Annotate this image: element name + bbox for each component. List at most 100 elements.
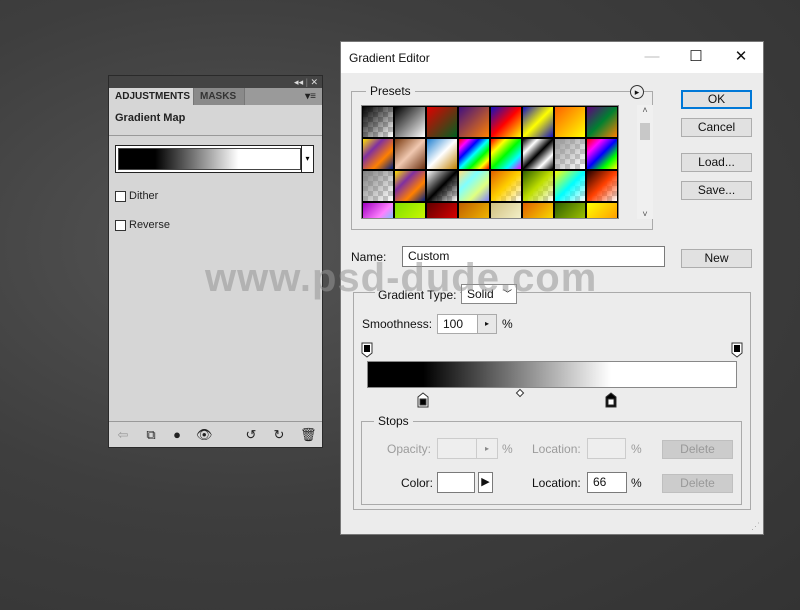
save-button[interactable]: Save... <box>681 181 752 200</box>
opacity-slider-button[interactable]: ▸ <box>476 438 498 459</box>
preset-swatch[interactable] <box>490 170 522 202</box>
gradient-stops-layer <box>361 42 743 408</box>
delete-color-stop-button[interactable]: Delete <box>662 474 733 493</box>
expand-view-icon[interactable]: ⧉ <box>143 427 159 443</box>
name-input[interactable]: Custom <box>402 246 665 267</box>
preset-swatch[interactable] <box>458 138 490 170</box>
ok-button[interactable]: OK <box>681 90 752 109</box>
clip-layer-icon[interactable]: ● <box>169 427 185 442</box>
previous-state-icon[interactable]: ↺ <box>243 427 259 443</box>
close-icon[interactable]: ✕ <box>310 77 318 87</box>
dialog-title: Gradient Editor <box>349 51 430 65</box>
preset-swatch[interactable] <box>586 170 618 202</box>
preset-swatch[interactable] <box>458 170 490 202</box>
tab-masks[interactable]: MASKS <box>193 88 245 105</box>
new-button[interactable]: New <box>681 249 752 268</box>
preset-swatch[interactable] <box>426 202 458 218</box>
preset-swatch[interactable] <box>458 202 490 218</box>
dither-label: Dither <box>129 190 159 202</box>
cancel-button[interactable]: Cancel <box>681 118 752 137</box>
gradient-type-select[interactable]: Solid ﹀ <box>461 284 517 304</box>
delete-opacity-stop-button[interactable]: Delete <box>662 440 733 459</box>
maximize-button[interactable]: ☐ <box>681 46 711 68</box>
percent-label: % <box>631 442 642 456</box>
presets-menu-icon[interactable]: ▸ <box>630 85 644 99</box>
chevron-down-icon: ﹀ <box>502 289 512 299</box>
preset-swatch[interactable] <box>586 106 618 138</box>
gradient-picker[interactable]: ▾ <box>115 145 314 173</box>
divider <box>109 135 322 136</box>
preset-swatch[interactable] <box>554 106 586 138</box>
preset-swatch[interactable] <box>394 106 426 138</box>
color-picker-arrow-icon[interactable]: ▶ <box>478 472 493 493</box>
preset-swatch[interactable] <box>522 202 554 218</box>
scroll-down-icon[interactable]: ˅ <box>637 209 653 219</box>
visibility-eye-icon[interactable]: 👁 <box>196 427 213 443</box>
tab-adjustments[interactable]: ADJUSTMENTS <box>109 88 193 105</box>
preset-swatch[interactable] <box>394 138 426 170</box>
preset-swatch[interactable] <box>554 138 586 170</box>
preset-swatch[interactable] <box>362 106 394 138</box>
stops-label: Stops <box>374 414 413 428</box>
preset-swatch[interactable] <box>522 170 554 202</box>
scroll-thumb[interactable] <box>640 123 650 140</box>
panel-title: Gradient Map <box>115 112 186 124</box>
gradient-type-value: Solid <box>467 287 494 301</box>
reset-icon[interactable]: ↻ <box>271 427 287 443</box>
preset-swatch[interactable] <box>522 138 554 170</box>
load-button[interactable]: Load... <box>681 153 752 172</box>
color-location-label: Location: <box>532 476 581 490</box>
preset-swatch[interactable] <box>394 202 426 218</box>
smoothness-slider-button[interactable]: ▸ <box>477 314 497 334</box>
preset-swatch[interactable] <box>362 170 394 202</box>
preset-swatch[interactable] <box>490 106 522 138</box>
percent-label: % <box>631 476 642 490</box>
dither-checkbox[interactable] <box>115 191 126 202</box>
color-location-input[interactable]: 66 <box>587 472 627 493</box>
divider <box>109 421 322 422</box>
color-stop[interactable] <box>417 392 428 408</box>
back-arrow-icon[interactable]: ⇦ <box>115 427 131 443</box>
percent-label: % <box>502 442 513 456</box>
preset-swatch[interactable] <box>426 170 458 202</box>
gradient-editor-dialog: Gradient Editor — ☐ ✕ Presets ▸ ˄ ˅ OK C… <box>340 41 764 535</box>
adjustments-panel: ◂◂ | ✕ ADJUSTMENTS MASKS ▾≡ Gradient Map… <box>108 75 323 448</box>
gradient-bar[interactable] <box>367 361 737 388</box>
resize-grip-icon[interactable]: ⋰ <box>751 521 760 532</box>
color-swatch[interactable] <box>437 472 475 493</box>
preset-swatch[interactable] <box>490 138 522 170</box>
preset-swatch[interactable] <box>522 106 554 138</box>
opacity-stop[interactable] <box>361 342 373 358</box>
preset-swatch[interactable] <box>362 202 394 218</box>
preset-swatch[interactable] <box>362 138 394 170</box>
gradient-preview[interactable] <box>118 148 301 170</box>
panel-tabs: ADJUSTMENTS MASKS ▾≡ <box>109 88 322 105</box>
preset-swatch[interactable] <box>586 138 618 170</box>
collapse-icon[interactable]: ◂◂ <box>294 77 303 87</box>
preset-swatch[interactable] <box>458 106 490 138</box>
scroll-up-icon[interactable]: ˄ <box>637 105 653 115</box>
reverse-checkbox[interactable] <box>115 220 126 231</box>
preset-swatch[interactable] <box>394 170 426 202</box>
preset-swatch[interactable] <box>554 170 586 202</box>
preset-swatch[interactable] <box>426 138 458 170</box>
chevron-down-icon[interactable]: ▾ <box>301 146 313 172</box>
smoothness-input[interactable]: 100 <box>437 314 478 334</box>
trash-icon[interactable]: 🗑 <box>300 427 317 443</box>
panel-menu-icon[interactable]: ▾≡ <box>299 88 322 105</box>
opacity-stop[interactable] <box>731 342 743 358</box>
preset-swatch[interactable] <box>554 202 586 218</box>
minimize-button[interactable]: — <box>637 46 667 68</box>
smoothness-label: Smoothness: <box>362 317 433 331</box>
panel-top-bar: ◂◂ | ✕ <box>109 76 322 88</box>
preset-swatch[interactable] <box>426 106 458 138</box>
presets-scrollbar[interactable]: ˄ ˅ <box>637 105 653 219</box>
close-button[interactable]: ✕ <box>726 46 756 68</box>
opacity-location-input[interactable] <box>587 438 626 459</box>
color-label: Color: <box>401 476 434 490</box>
opacity-input[interactable] <box>437 438 477 459</box>
presets-label: Presets <box>366 84 415 98</box>
color-stop[interactable] <box>605 392 617 408</box>
preset-swatch[interactable] <box>586 202 618 218</box>
preset-swatch[interactable] <box>490 202 522 218</box>
